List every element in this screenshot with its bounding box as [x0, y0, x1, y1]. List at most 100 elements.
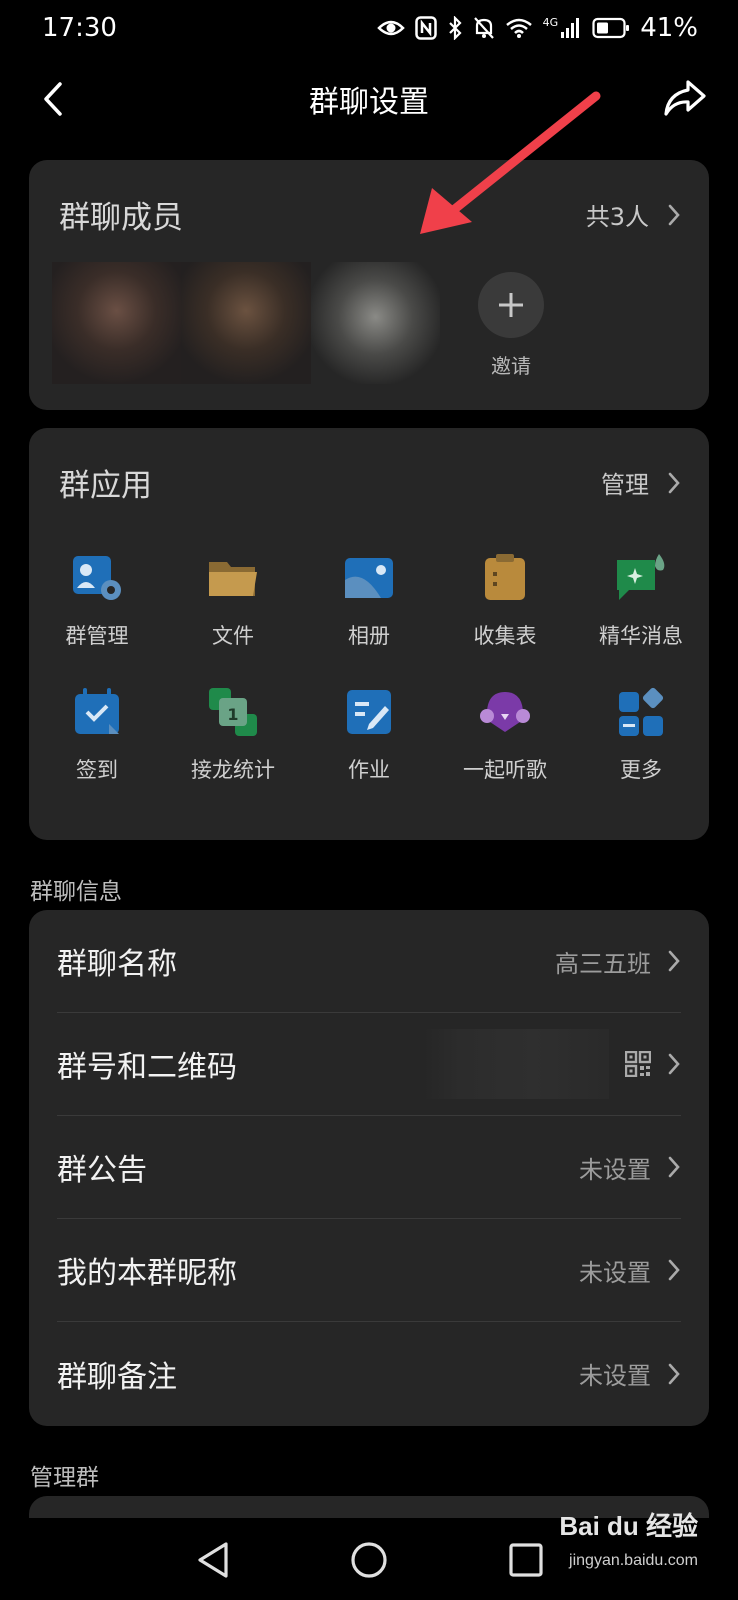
mute-icon: [473, 17, 494, 39]
battery-icon: [592, 17, 630, 39]
chevron-right-icon: [668, 204, 680, 225]
chevron-right-icon: [668, 1053, 680, 1075]
qrcode-icon: [625, 1051, 651, 1077]
nav-back-icon[interactable]: [196, 1540, 230, 1580]
row-value: 未设置: [579, 1362, 651, 1390]
row-group-remark[interactable]: 群聊备注 未设置: [57, 1322, 681, 1425]
row-value: 高三五班: [555, 949, 651, 978]
app-label: 群管理: [65, 624, 129, 648]
row-value: 未设置: [579, 1258, 651, 1287]
album-icon: [345, 558, 393, 598]
bluetooth-icon: [448, 16, 462, 40]
group-apps-card: 群应用 管理 群管理 文件 相册 收集表 精华消息 签到 1 接龙统计 作业 一…: [29, 428, 709, 840]
status-time: 17:30: [42, 13, 117, 43]
more-apps-icon: [619, 687, 664, 736]
row-label: 群聊名称: [57, 947, 177, 982]
member-avatars: [52, 262, 440, 384]
chevron-right-icon: [668, 1259, 680, 1281]
row-value: 未设置: [579, 1155, 651, 1184]
folder-icon: [209, 562, 257, 596]
highlight-message-icon: [617, 554, 665, 600]
avatar[interactable]: [181, 262, 311, 384]
app-album[interactable]: 相册: [301, 550, 437, 650]
invite-label: 邀请: [491, 354, 531, 378]
clipboard-icon: [485, 554, 525, 600]
app-label: 精华消息: [599, 624, 683, 648]
chevron-left-icon[interactable]: [34, 76, 74, 122]
section-label-info: 群聊信息: [30, 879, 122, 905]
chevron-right-icon: [668, 1156, 680, 1178]
chevron-right-icon: [668, 472, 680, 493]
members-count-label: 共3人: [585, 203, 649, 231]
nfc-icon: [414, 16, 437, 40]
members-title: 群聊成员: [59, 200, 183, 236]
app-more[interactable]: 更多: [573, 684, 709, 784]
chevron-right-icon: [668, 1363, 680, 1384]
avatar[interactable]: [52, 262, 182, 384]
invite-button[interactable]: 邀请: [471, 272, 551, 379]
apps-manage-label: 管理: [601, 471, 649, 499]
app-check-in[interactable]: 签到: [29, 684, 165, 784]
signal-icon: 4G: [543, 17, 583, 39]
row-right: [423, 1029, 681, 1099]
section-label-manage: 管理群: [30, 1465, 99, 1491]
members-header[interactable]: 群聊成员 共3人: [59, 192, 681, 237]
calendar-check-icon: [75, 688, 119, 734]
row-right: 高三五班: [555, 944, 681, 979]
app-label: 相册: [348, 624, 390, 648]
watermark-url: jingyan.baidu.com: [569, 1552, 698, 1569]
group-manage-icon: [73, 556, 121, 600]
wifi-icon: [505, 18, 532, 38]
app-listen-together[interactable]: 一起听歌: [437, 684, 573, 784]
apps-header: 群应用 管理: [59, 460, 681, 505]
app-label: 签到: [76, 758, 118, 782]
relay-stats-icon: 1: [209, 688, 257, 736]
group-info-card: 群聊名称 高三五班 群号和二维码 群公告 未设置 我的本群昵称 未设置 群聊备注…: [29, 910, 709, 1426]
avatar[interactable]: [310, 262, 440, 384]
row-label: 我的本群昵称: [57, 1256, 237, 1291]
row-right: 未设置: [579, 1253, 681, 1288]
watermark-logo: Bai du 经验: [559, 1511, 698, 1541]
app-label: 作业: [348, 758, 390, 782]
row-right: 未设置: [579, 1150, 681, 1185]
nav-home-icon[interactable]: [350, 1540, 388, 1580]
app-label: 一起听歌: [463, 758, 547, 782]
battery-percent: 41%: [640, 13, 698, 43]
svg-text:1: 1: [227, 705, 238, 724]
app-files[interactable]: 文件: [165, 550, 301, 650]
apps-title: 群应用: [59, 468, 152, 504]
app-label: 文件: [212, 624, 254, 648]
chevron-right-icon: [668, 950, 680, 972]
app-collect-form[interactable]: 收集表: [437, 550, 573, 650]
app-group-manage[interactable]: 群管理: [29, 550, 165, 650]
status-bar: 17:30 4G 41%: [0, 0, 738, 56]
app-homework[interactable]: 作业: [301, 684, 437, 784]
row-group-number-qrcode[interactable]: 群号和二维码: [57, 1013, 681, 1116]
listen-together-icon: [480, 692, 530, 732]
page-title: 群聊设置: [309, 85, 429, 120]
nav-bar: 群聊设置: [0, 58, 738, 140]
members-card[interactable]: 群聊成员 共3人 邀请: [29, 160, 709, 410]
row-group-announcement[interactable]: 群公告 未设置: [57, 1116, 681, 1219]
apps-manage-button[interactable]: 管理: [601, 465, 681, 500]
plus-icon: [478, 272, 544, 338]
row-my-nickname[interactable]: 我的本群昵称 未设置: [57, 1219, 681, 1322]
app-label: 收集表: [473, 624, 537, 648]
app-relay-stats[interactable]: 1 接龙统计: [165, 684, 301, 784]
row-label: 群聊备注: [57, 1359, 177, 1395]
members-count[interactable]: 共3人: [586, 197, 681, 232]
app-label: 接龙统计: [191, 758, 275, 782]
app-highlight-messages[interactable]: 精华消息: [573, 550, 709, 650]
app-label: 更多: [620, 758, 662, 782]
row-label: 群号和二维码: [57, 1050, 237, 1085]
apps-grid: 群管理 文件 相册 收集表 精华消息 签到 1 接龙统计 作业 一起听歌 更多: [29, 550, 709, 784]
nav-recents-icon[interactable]: [508, 1540, 544, 1580]
row-right: 未设置: [579, 1356, 681, 1391]
group-number-redacted: [423, 1029, 609, 1099]
homework-icon: [347, 690, 391, 734]
eye-icon: [376, 20, 405, 36]
row-group-name[interactable]: 群聊名称 高三五班: [57, 910, 681, 1013]
status-icons: 4G 41%: [376, 13, 698, 43]
share-icon[interactable]: [662, 74, 708, 120]
row-label: 群公告: [57, 1153, 147, 1188]
